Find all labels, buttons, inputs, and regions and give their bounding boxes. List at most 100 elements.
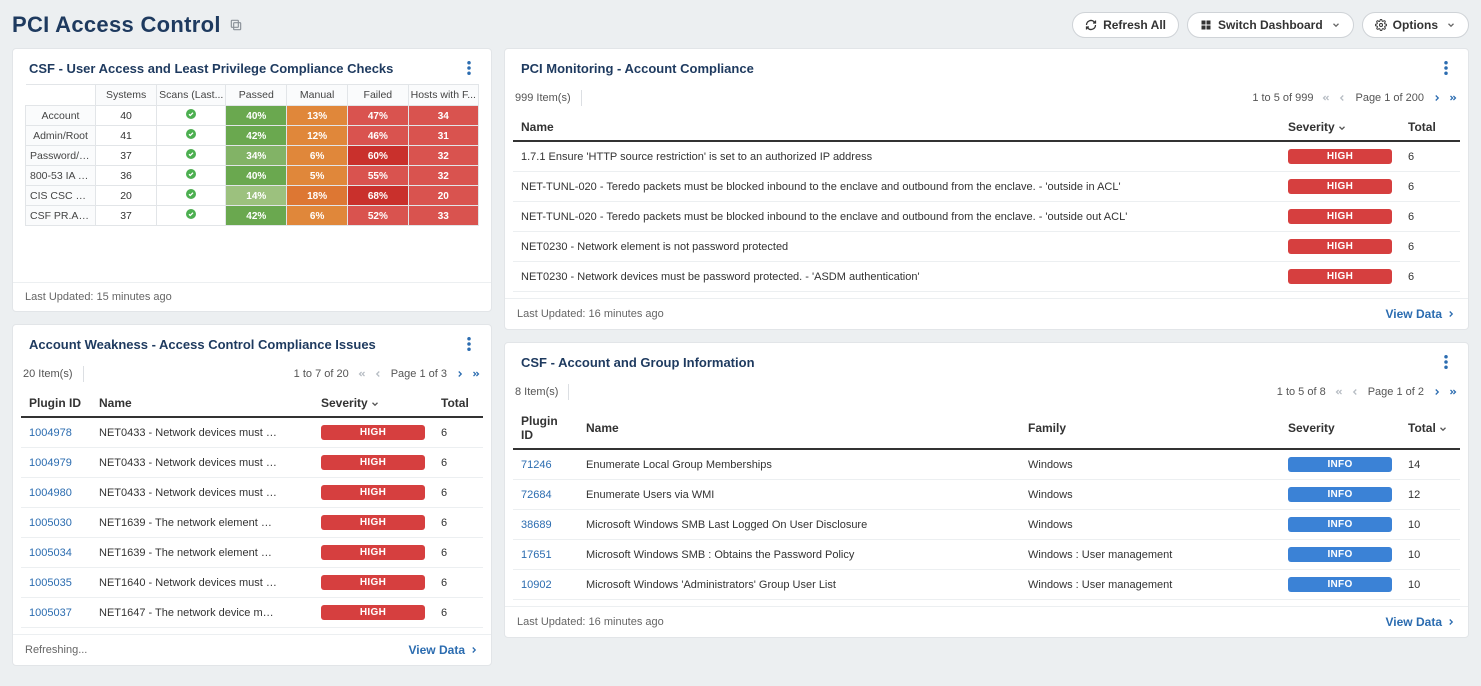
name-cell: NET1639 - The network element must tim..… <box>99 547 279 559</box>
plugin-link[interactable]: 10902 <box>521 579 552 591</box>
col-total[interactable]: Total <box>1400 408 1460 449</box>
page-next[interactable] <box>1432 387 1442 397</box>
total-cell: 6 <box>433 417 483 448</box>
card-menu-button[interactable] <box>1440 355 1452 369</box>
severity-badge: HIGH <box>1288 149 1392 164</box>
hosts-cell: 33 <box>408 206 478 226</box>
severity-badge: HIGH <box>321 605 425 620</box>
table-row[interactable]: 10902 Microsoft Windows 'Administrators' … <box>513 570 1460 600</box>
view-data-link[interactable]: View Data <box>1386 307 1456 321</box>
table-row[interactable]: 1004979NET0433 - Network devices must us… <box>21 448 483 478</box>
table-row[interactable]: 1005030NET1639 - The network element mus… <box>21 508 483 538</box>
col-name[interactable]: Name <box>513 114 1280 141</box>
plugin-link[interactable]: 1005034 <box>29 547 72 559</box>
col-plugin[interactable]: Plugin ID <box>513 408 578 449</box>
matrix-row: Account4040%13%47%34 <box>26 106 479 126</box>
table-row[interactable]: NET-TUNL-020 - Teredo packets must be bl… <box>513 202 1460 232</box>
page-first[interactable] <box>1334 387 1344 397</box>
matrix-col: Failed <box>348 85 409 106</box>
page-info: Page 1 of 3 <box>391 368 447 380</box>
card-menu-button[interactable] <box>1440 61 1452 75</box>
total-cell: 10 <box>1400 540 1460 570</box>
plugin-link[interactable]: 1004979 <box>29 457 72 469</box>
table-row[interactable]: NET0230 - Network element is not passwor… <box>513 232 1460 262</box>
view-data-link[interactable]: View Data <box>1386 615 1456 629</box>
col-total[interactable]: Total <box>1400 114 1460 141</box>
plugin-link[interactable]: 1004978 <box>29 427 72 439</box>
table-row[interactable]: 1005037NET1647 - The network device must… <box>21 598 483 628</box>
table-row[interactable]: 1004980NET0433 - Network devices must us… <box>21 478 483 508</box>
chevron-down-icon <box>1331 20 1341 30</box>
severity-badge: HIGH <box>321 425 425 440</box>
page-prev[interactable] <box>1350 387 1360 397</box>
col-severity[interactable]: Severity <box>313 390 433 417</box>
table-row[interactable]: 38689 Microsoft Windows SMB Last Logged O… <box>513 510 1460 540</box>
col-name[interactable]: Name <box>91 390 313 417</box>
name-cell: Microsoft Windows 'Administrators' Group… <box>578 570 1020 600</box>
systems-cell: 36 <box>96 166 157 186</box>
page-prev[interactable] <box>1337 93 1347 103</box>
manual-cell: 13% <box>287 106 348 126</box>
refresh-all-label: Refresh All <box>1103 18 1166 32</box>
plugin-link[interactable]: 1005037 <box>29 607 72 619</box>
scan-cell <box>157 166 226 186</box>
matrix-row-label: CIS CSC 5 &... <box>26 186 96 206</box>
page-info: Page 1 of 2 <box>1368 386 1424 398</box>
table-row[interactable]: 71246Enumerate Local Group MembershipsWi… <box>513 449 1460 480</box>
status-text: Refreshing... <box>25 644 87 656</box>
severity-badge: INFO <box>1288 457 1392 472</box>
card-menu-button[interactable] <box>463 61 475 75</box>
table-row[interactable]: 1004978NET0433 - Network devices must us… <box>21 417 483 448</box>
table-row[interactable]: 1.7.1 Ensure 'HTTP source restriction' i… <box>513 141 1460 172</box>
plugin-link[interactable]: 1005035 <box>29 577 72 589</box>
table-row[interactable]: NET-TUNL-020 - Teredo packets must be bl… <box>513 172 1460 202</box>
col-total[interactable]: Total <box>433 390 483 417</box>
manual-cell: 6% <box>287 206 348 226</box>
card-menu-button[interactable] <box>463 337 475 351</box>
scan-cell <box>157 206 226 226</box>
total-cell: 6 <box>433 568 483 598</box>
page-prev[interactable] <box>373 369 383 379</box>
table-row[interactable]: 72684Enumerate Users via WMIWindowsINFO1… <box>513 480 1460 510</box>
matrix-row-label: Account <box>26 106 96 126</box>
switch-dashboard-button[interactable]: Switch Dashboard <box>1187 12 1354 38</box>
col-severity[interactable]: Severity <box>1280 408 1400 449</box>
page-last[interactable] <box>1448 387 1458 397</box>
page-last[interactable] <box>1448 93 1458 103</box>
name-cell: NET-TUNL-020 - Teredo packets must be bl… <box>521 181 1141 193</box>
severity-badge: HIGH <box>321 545 425 560</box>
options-button[interactable]: Options <box>1362 12 1469 38</box>
col-plugin[interactable]: Plugin ID <box>21 390 91 417</box>
plugin-link[interactable]: 17651 <box>521 549 552 561</box>
card-csf-account-group: CSF - Account and Group Information 8 It… <box>504 342 1469 638</box>
failed-cell: 46% <box>348 126 409 146</box>
plugin-link[interactable]: 38689 <box>521 519 552 531</box>
table-row[interactable]: 1005034 NET1639 - The network element mus… <box>21 538 483 568</box>
page-last[interactable] <box>471 369 481 379</box>
table-row[interactable]: 1005035NET1640 - Network devices must lo… <box>21 568 483 598</box>
family-cell: Windows <box>1020 510 1280 540</box>
plugin-link[interactable]: 1004980 <box>29 487 72 499</box>
page-first[interactable] <box>357 369 367 379</box>
col-family[interactable]: Family <box>1020 408 1280 449</box>
col-severity[interactable]: Severity <box>1280 114 1400 141</box>
name-cell: Microsoft Windows SMB Last Logged On Use… <box>578 510 1020 540</box>
page-next[interactable] <box>1432 93 1442 103</box>
name-cell: NET0230 - Network element is not passwor… <box>521 241 1141 253</box>
plugin-link[interactable]: 1005030 <box>29 517 72 529</box>
copy-icon[interactable] <box>229 18 243 32</box>
severity-badge: INFO <box>1288 517 1392 532</box>
table-row[interactable]: NET0230 - Network devices must be passwo… <box>513 262 1460 292</box>
family-cell: Windows : User management <box>1020 540 1280 570</box>
col-name[interactable]: Name <box>578 408 1020 449</box>
view-data-link[interactable]: View Data <box>409 643 479 657</box>
range-text: 1 to 7 of 20 <box>294 368 349 380</box>
refresh-all-button[interactable]: Refresh All <box>1072 12 1179 38</box>
range-text: 1 to 5 of 999 <box>1252 92 1313 104</box>
page-next[interactable] <box>455 369 465 379</box>
plugin-link[interactable]: 71246 <box>521 459 552 471</box>
plugin-link[interactable]: 72684 <box>521 489 552 501</box>
page-first[interactable] <box>1321 93 1331 103</box>
card-title: CSF - Account and Group Information <box>521 355 755 370</box>
table-row[interactable]: 17651Microsoft Windows SMB : Obtains the… <box>513 540 1460 570</box>
